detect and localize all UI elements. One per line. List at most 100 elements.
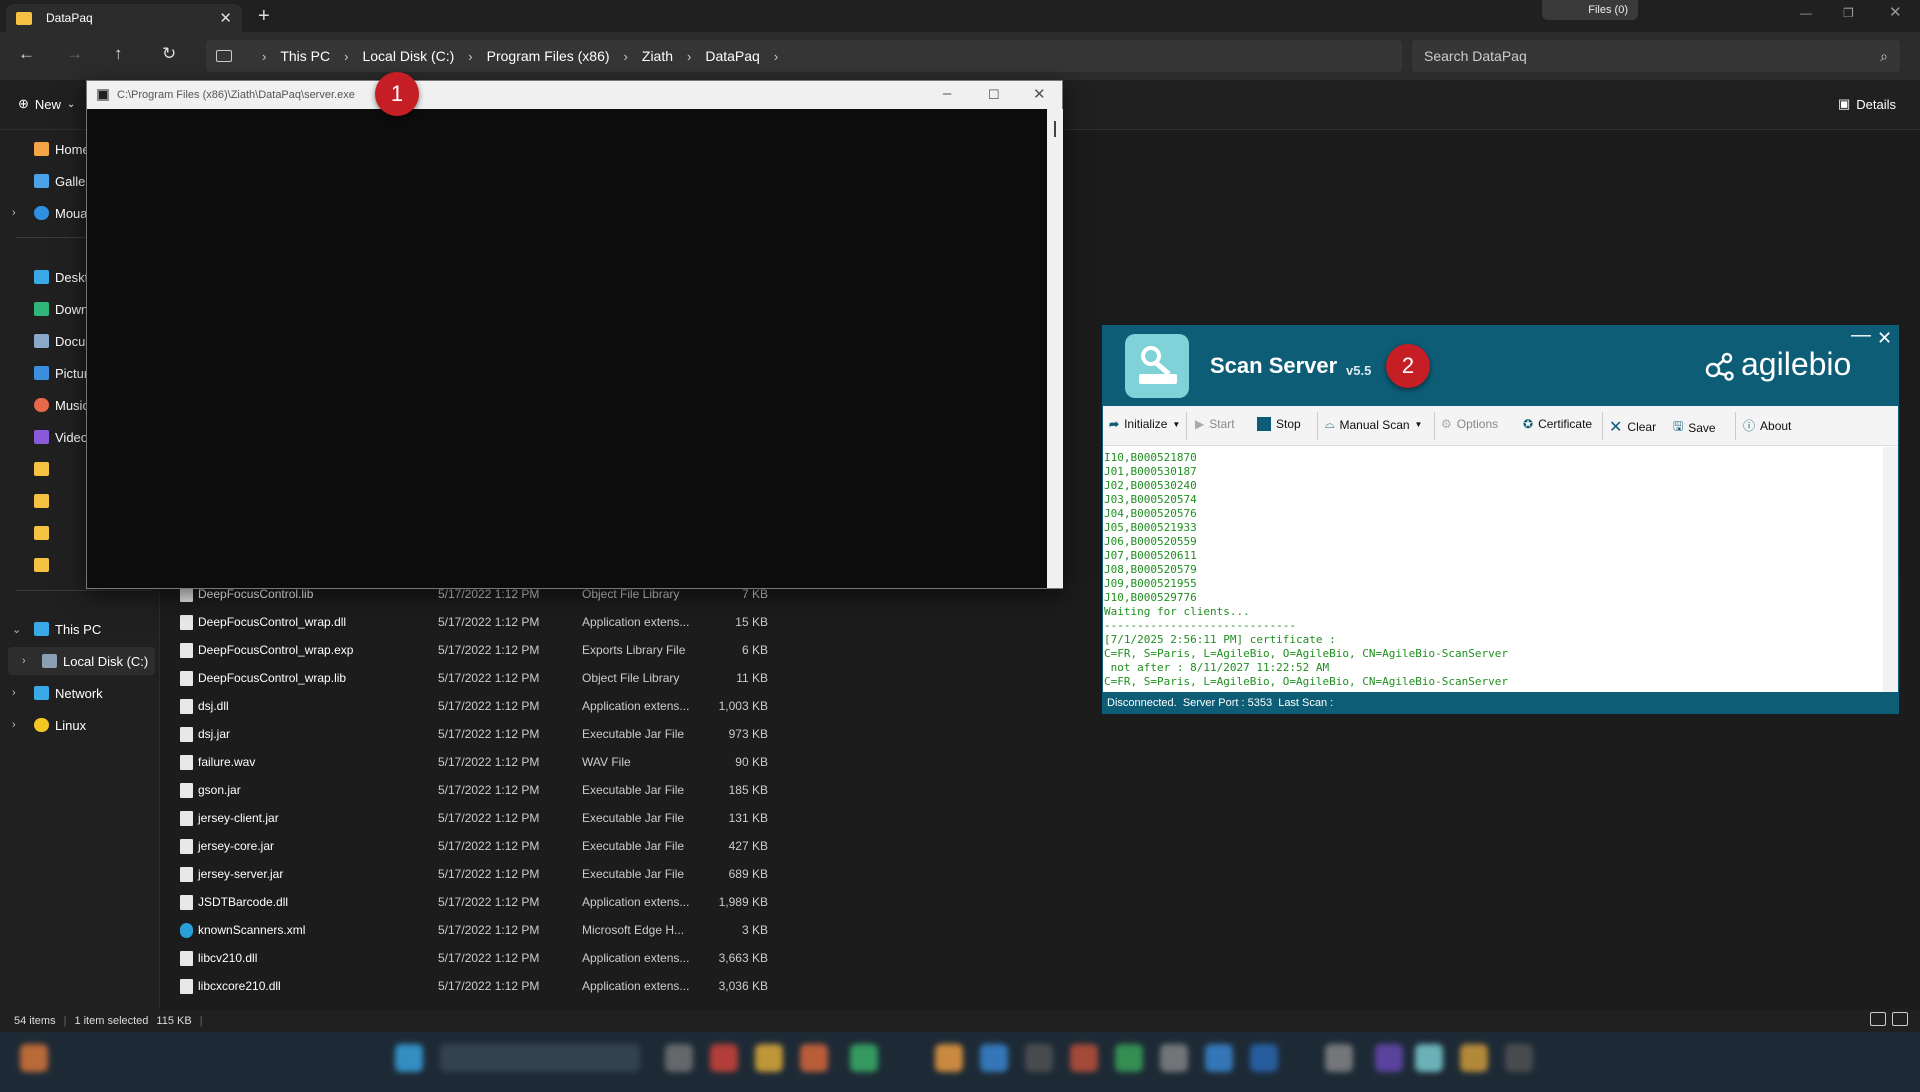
breadcrumb-local-disk[interactable]: Local Disk (C:) [362,48,454,64]
certificate-button[interactable]: ✪ Certificate [1523,417,1592,431]
close-icon[interactable]: ✕ [1033,85,1046,103]
breadcrumb-ziath[interactable]: Ziath [642,48,673,64]
file-row[interactable]: jersey-server.jar 5/17/2022 1:12 PM Exec… [160,860,800,888]
back-arrow-icon[interactable]: ← [18,44,35,64]
refresh-icon[interactable]: ↻ [162,44,176,64]
taskbar-app-icon[interactable] [665,1044,693,1072]
stop-button[interactable]: Stop [1257,417,1301,431]
file-row[interactable]: JSDTBarcode.dll 5/17/2022 1:12 PM Applic… [160,888,800,916]
file-row[interactable]: DeepFocusControl_wrap.lib 5/17/2022 1:12… [160,664,800,692]
file-row[interactable]: libcv210.dll 5/17/2022 1:12 PM Applicati… [160,944,800,972]
about-button[interactable]: ⓘ About [1743,417,1791,434]
file-row[interactable]: gson.jar 5/17/2022 1:12 PM Executable Ja… [160,776,800,804]
taskbar-app-icon[interactable] [1375,1044,1403,1072]
chevron-right-icon[interactable]: › [22,655,26,667]
breadcrumb[interactable]: › This PC › Local Disk (C:) › Program Fi… [206,40,1402,72]
taskbar-app-icon[interactable] [1025,1044,1053,1072]
close-window-icon[interactable]: ✕ [1889,3,1902,21]
options-button[interactable]: ⚙ Options [1441,417,1498,431]
breadcrumb-datapaq[interactable]: DataPaq [705,48,759,64]
details-button[interactable]: ▣ Details [1838,96,1896,112]
file-row[interactable]: libcxcore210.dll 5/17/2022 1:12 PM Appli… [160,972,800,1000]
floppy-disk-icon: 🖫 [1673,419,1684,433]
minimize-icon[interactable]: — [1800,6,1812,20]
chevron-right-icon[interactable]: › [12,719,16,731]
taskbar-app-icon[interactable] [1115,1044,1143,1072]
log-scrollbar[interactable] [1883,447,1898,692]
chevron-right-icon[interactable]: › [262,49,266,64]
taskbar-app-icon[interactable] [755,1044,783,1072]
taskbar-app-icon[interactable] [1505,1044,1533,1072]
chevron-right-icon[interactable]: › [12,207,16,219]
taskbar-app-icon[interactable] [980,1044,1008,1072]
manual-scan-button[interactable]: ⌓ Manual Scan ▼ [1325,417,1422,432]
video-icon [34,430,49,444]
chevron-right-icon[interactable]: › [687,49,691,64]
sidebar-item-network[interactable]: › Network [0,679,160,707]
sidebar-item-local-disk[interactable]: › Local Disk (C:) [8,647,155,675]
file-row[interactable]: jersey-core.jar 5/17/2022 1:12 PM Execut… [160,832,800,860]
taskbar-app-icon[interactable] [1205,1044,1233,1072]
taskbar-app-icon[interactable] [710,1044,738,1072]
taskbar-app-icon[interactable] [1250,1044,1278,1072]
taskbar-app-icon[interactable] [800,1044,828,1072]
file-row[interactable]: knownScanners.xml 5/17/2022 1:12 PM Micr… [160,916,800,944]
tab-title: DataPaq [46,11,93,25]
chevron-right-icon[interactable]: › [468,49,472,64]
new-button[interactable]: ⊕ New ⌄ [18,96,75,112]
sidebar-item-linux[interactable]: › Linux [0,711,160,739]
console-output[interactable] [87,109,1047,588]
taskbar-app-icon[interactable] [1070,1044,1098,1072]
log-line: J02,B000530240 [1104,479,1197,492]
file-row[interactable]: jersey-client.jar 5/17/2022 1:12 PM Exec… [160,804,800,832]
chevron-down-icon: ⌄ [66,98,76,110]
minimize-icon[interactable]: — [1851,324,1871,347]
sidebar-item-this-pc[interactable]: ⌄ This PC [0,615,160,643]
clear-button[interactable]: ✕ Clear [1609,417,1656,437]
maximize-icon[interactable]: ☐ [988,87,1000,103]
chevron-right-icon[interactable]: › [344,49,348,64]
restore-icon[interactable]: ❐ [1843,6,1854,20]
files-button[interactable]: Files (0) [1542,0,1638,20]
chevron-down-icon[interactable]: ⌄ [12,623,21,636]
breadcrumb-program-files[interactable]: Program Files (x86) [487,48,610,64]
start-button[interactable]: ▶ Start [1195,417,1235,431]
console-scrollbar[interactable] [1047,109,1063,588]
tab-datapaq[interactable]: DataPaq ✕ [6,4,242,32]
initialize-button[interactable]: ➦ Initialize ▼ [1109,417,1180,431]
chevron-right-icon[interactable]: › [12,687,16,699]
taskbar-app-icon[interactable] [1415,1044,1443,1072]
console-scroll-thumb[interactable] [1054,121,1056,137]
search-input[interactable]: Search DataPaq ⌕ [1412,40,1900,72]
file-row[interactable]: dsj.dll 5/17/2022 1:12 PM Application ex… [160,692,800,720]
up-arrow-icon[interactable]: ↑ [114,44,123,64]
jar-file-icon [180,811,193,826]
chevron-right-icon[interactable]: › [774,49,778,64]
taskbar-app-icon[interactable] [1325,1044,1353,1072]
file-row[interactable]: failure.wav 5/17/2022 1:12 PM WAV File 9… [160,748,800,776]
file-row[interactable]: DeepFocusControl_wrap.exp 5/17/2022 1:12… [160,636,800,664]
taskbar-app-icon[interactable] [850,1044,878,1072]
taskbar-app-icon[interactable] [1160,1044,1188,1072]
breadcrumb-this-pc[interactable]: This PC [280,48,330,64]
forward-arrow-icon[interactable]: → [66,44,83,64]
new-tab-button[interactable]: + [258,5,270,28]
taskbar-app-icon[interactable] [20,1044,48,1072]
details-view-icon[interactable] [1870,1012,1886,1026]
scan-server-window[interactable]: Scan Server v5.5 agilebio — ✕ ➦ Initiali… [1102,324,1899,714]
file-row[interactable]: DeepFocusControl_wrap.dll 5/17/2022 1:12… [160,608,800,636]
minimize-icon[interactable]: – [943,85,951,102]
file-icon [180,587,193,602]
taskbar-app-icon[interactable] [935,1044,963,1072]
tiles-view-icon[interactable] [1892,1012,1908,1026]
scan-log-output[interactable]: I10,B000521870 J01,B000530187 J02,B00053… [1103,447,1883,692]
save-button[interactable]: 🖫 Save [1673,417,1716,438]
close-tab-icon[interactable]: ✕ [219,9,232,27]
taskbar-app-icon[interactable] [1460,1044,1488,1072]
taskbar-app-icon[interactable] [395,1044,423,1072]
chevron-right-icon[interactable]: › [624,49,628,64]
console-window[interactable]: C:\Program Files (x86)\Ziath\DataPaq\ser… [86,80,1063,589]
file-row[interactable]: dsj.jar 5/17/2022 1:12 PM Executable Jar… [160,720,800,748]
close-icon[interactable]: ✕ [1877,328,1892,349]
taskbar-search[interactable] [440,1044,640,1072]
